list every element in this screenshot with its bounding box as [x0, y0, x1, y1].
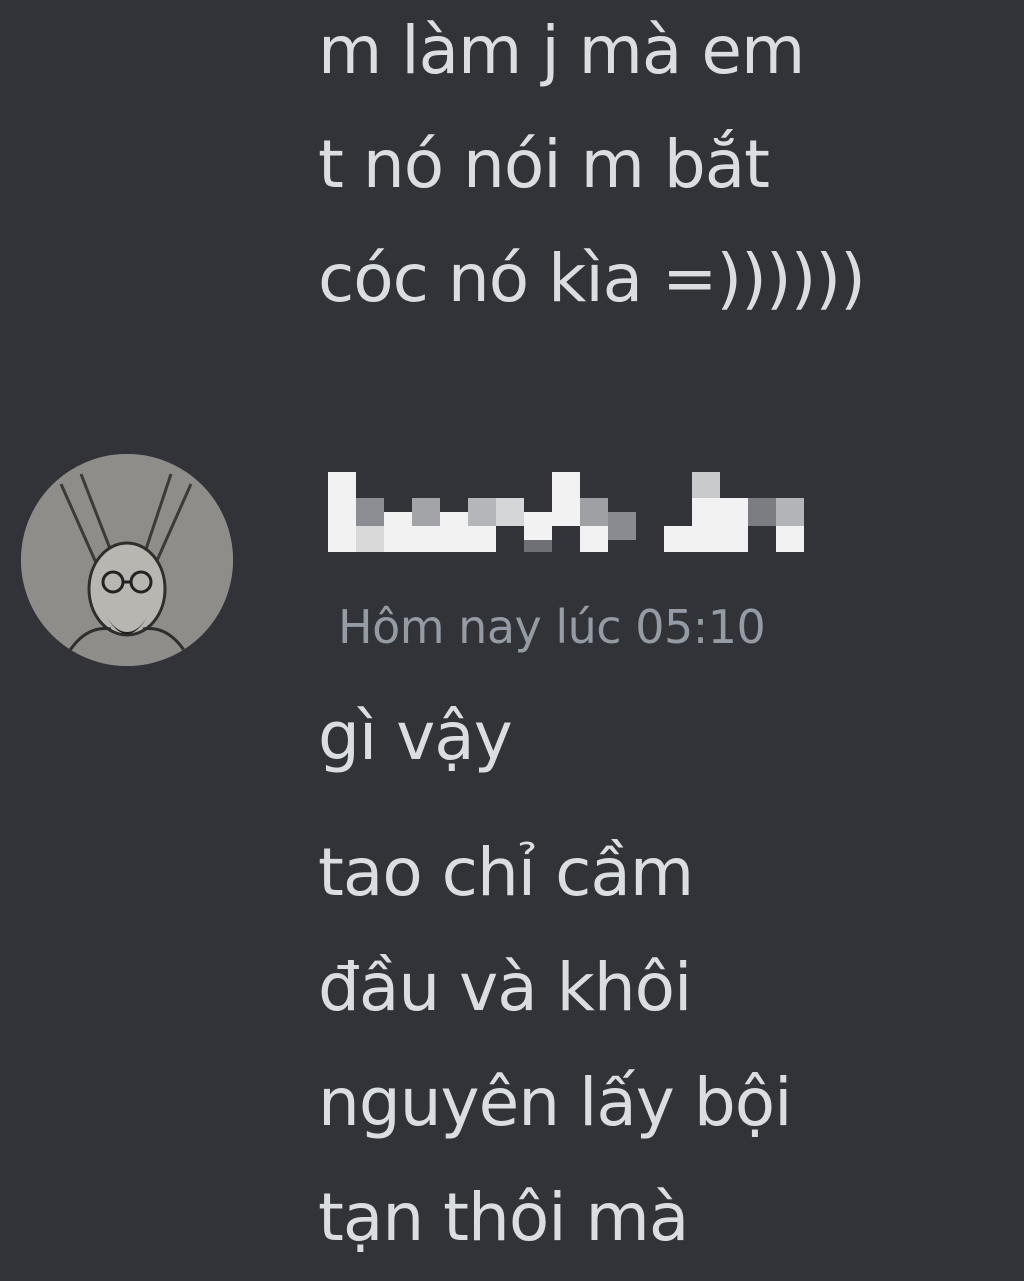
message-line: t nó nói m bắt — [318, 126, 770, 203]
message-line: nguyên lấy bội — [318, 1064, 792, 1141]
message-line: cóc nó kìa =)))))) — [318, 240, 866, 317]
message-line: gì vậy — [318, 698, 513, 775]
message-line: tao chỉ cầm — [318, 834, 694, 911]
pixelated-username-icon — [328, 472, 804, 552]
message-line: tạn thôi mà — [318, 1179, 689, 1256]
message-line: m làm j mà em — [318, 12, 805, 89]
avatar[interactable] — [21, 454, 233, 666]
message-line: đầu và khôi — [318, 949, 692, 1026]
author-username-obscured[interactable] — [328, 472, 808, 552]
message-timestamp[interactable]: Hôm nay lúc 05:10 — [338, 604, 766, 650]
avatar-sketch-icon — [21, 454, 233, 666]
